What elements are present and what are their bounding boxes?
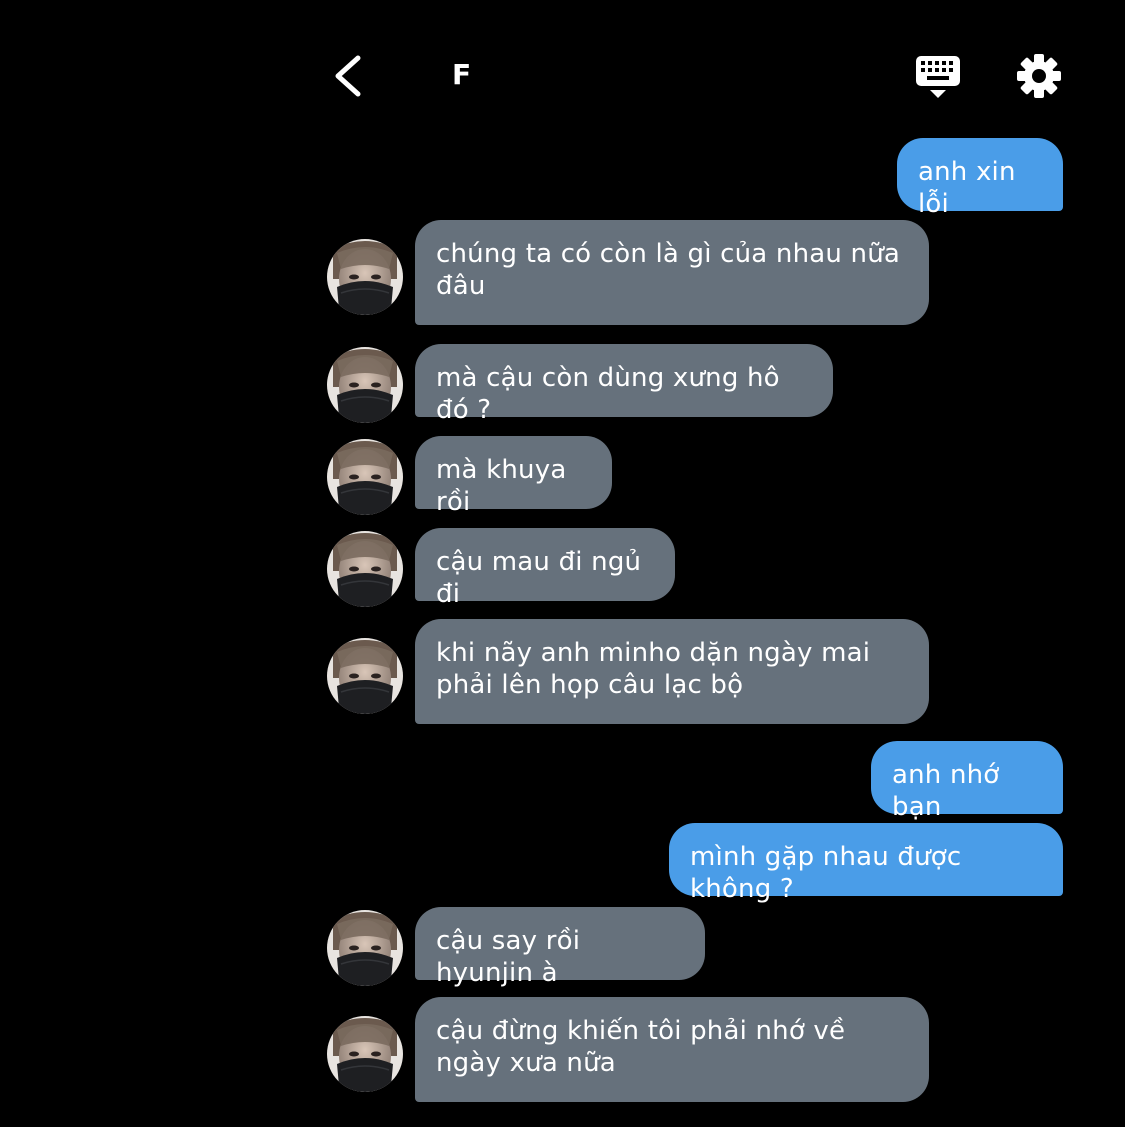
message-row-incoming: mà cậu còn dùng xưng hô đó ?: [0, 344, 1125, 425]
avatar[interactable]: [327, 910, 403, 986]
avatar[interactable]: [327, 347, 403, 423]
incoming-message-bubble[interactable]: mà cậu còn dùng xưng hô đó ?: [415, 344, 833, 425]
avatar[interactable]: [327, 531, 403, 607]
message-row-outgoing: anh xin lỗi: [0, 138, 1125, 219]
outgoing-message-bubble[interactable]: mình gặp nhau được không ?: [669, 823, 1063, 904]
incoming-message-bubble[interactable]: chúng ta có còn là gì của nhau nữa đâu: [415, 220, 929, 325]
message-row-incoming: cậu đừng khiến tôi phải nhớ về ngày xưa …: [0, 997, 1125, 1102]
avatar[interactable]: [327, 1016, 403, 1092]
avatar[interactable]: [327, 638, 403, 714]
chat-title[interactable]: F: [452, 58, 471, 91]
keyboard-button[interactable]: [914, 54, 962, 102]
message-row-incoming: cậu say rồi hyunjin à: [0, 907, 1125, 988]
chat-screen: F anh xin lỗi chúng ta có còn là gì của …: [0, 0, 1125, 1127]
keyboard-icon: [916, 56, 960, 98]
outgoing-message-bubble[interactable]: anh xin lỗi: [897, 138, 1063, 219]
message-row-incoming: cậu mau đi ngủ đi: [0, 528, 1125, 609]
incoming-message-bubble[interactable]: cậu mau đi ngủ đi: [415, 528, 675, 609]
settings-button[interactable]: [1015, 52, 1063, 100]
message-row-incoming: chúng ta có còn là gì của nhau nữa đâu: [0, 220, 1125, 325]
back-button[interactable]: [328, 52, 368, 100]
incoming-message-bubble[interactable]: cậu say rồi hyunjin à: [415, 907, 705, 988]
incoming-message-bubble[interactable]: khi nãy anh minho dặn ngày mai phải lên …: [415, 619, 929, 724]
avatar[interactable]: [327, 439, 403, 515]
incoming-message-bubble[interactable]: cậu đừng khiến tôi phải nhớ về ngày xưa …: [415, 997, 929, 1102]
outgoing-message-bubble[interactable]: anh nhớ bạn: [871, 741, 1063, 822]
avatar[interactable]: [327, 239, 403, 315]
message-row-outgoing: anh nhớ bạn: [0, 741, 1125, 822]
message-row-incoming: khi nãy anh minho dặn ngày mai phải lên …: [0, 619, 1125, 724]
message-row-outgoing: mình gặp nhau được không ?: [0, 823, 1125, 904]
chevron-left-icon: [335, 55, 361, 97]
incoming-message-bubble[interactable]: mà khuya rồi: [415, 436, 612, 517]
gear-icon: [1017, 54, 1061, 98]
message-row-incoming: mà khuya rồi: [0, 436, 1125, 517]
